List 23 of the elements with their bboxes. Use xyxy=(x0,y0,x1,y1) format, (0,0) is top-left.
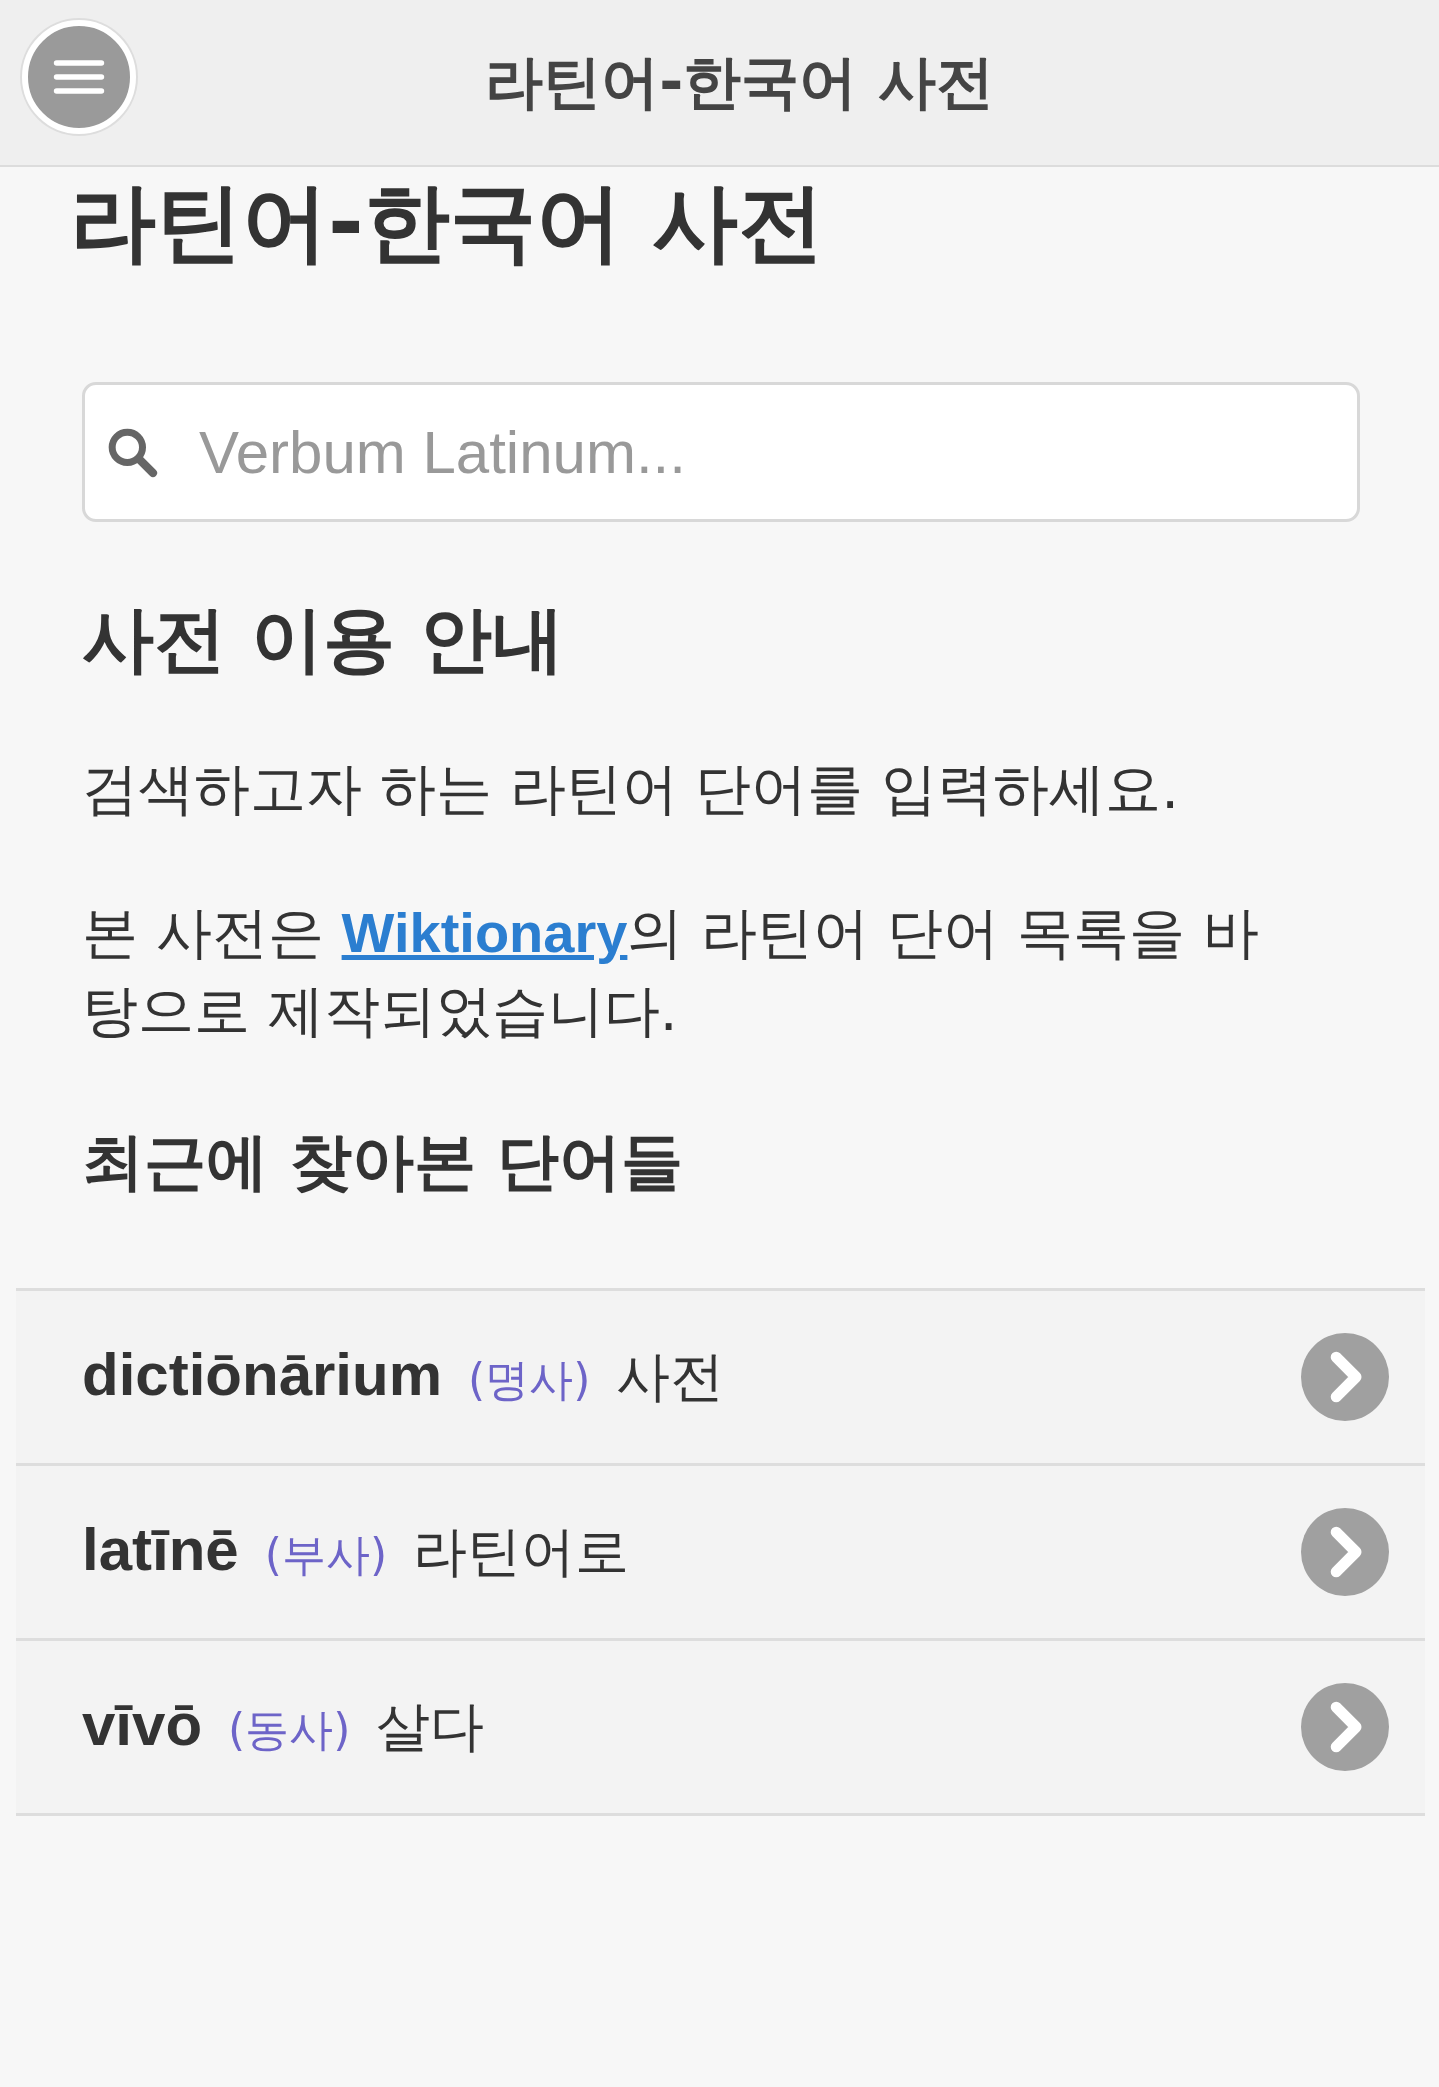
section-heading: 사전 이용 안내 xyxy=(82,596,566,683)
chevron-right-icon xyxy=(1301,1683,1389,1771)
meaning: 사전 xyxy=(616,1344,725,1410)
word-list-item[interactable]: latīnē (부사) 라틴어로 xyxy=(16,1466,1425,1641)
paragraph: 검색하고자 하는 라틴어 단어를 입력하세요. xyxy=(82,755,1180,823)
chevron-right-icon xyxy=(1301,1333,1389,1421)
word: dictiōnārium xyxy=(82,1340,443,1409)
meaning: 라틴어로 xyxy=(413,1519,630,1585)
word: vīvō xyxy=(82,1690,203,1759)
part-of-speech: (명사) xyxy=(468,1353,591,1407)
link[interactable]: Wiktionary xyxy=(341,901,628,964)
word-list-item[interactable]: vīvō (동사) 살다 xyxy=(16,1641,1425,1816)
word: latīnē xyxy=(82,1515,239,1584)
word-list-item[interactable]: dictiōnārium (명사) 사전 xyxy=(16,1291,1425,1466)
meaning: 살다 xyxy=(376,1694,485,1760)
part-of-speech: (동사) xyxy=(228,1703,351,1757)
section-heading: 최근에 찾아본 단어들 xyxy=(82,1124,685,1200)
page-title: 라틴어-한국어 사전 xyxy=(70,172,825,272)
search-field[interactable]: Verbum Latinum... xyxy=(82,382,1360,522)
header-title: 라틴어-한국어 사전 xyxy=(485,46,994,118)
paragraph: 본 사전은 Wiktionary의 라틴어 단어 목록을 바탕으로 제작되었습니다. xyxy=(82,899,1260,1045)
chevron-right-icon xyxy=(1301,1508,1389,1596)
part-of-speech: (부사) xyxy=(264,1528,388,1582)
